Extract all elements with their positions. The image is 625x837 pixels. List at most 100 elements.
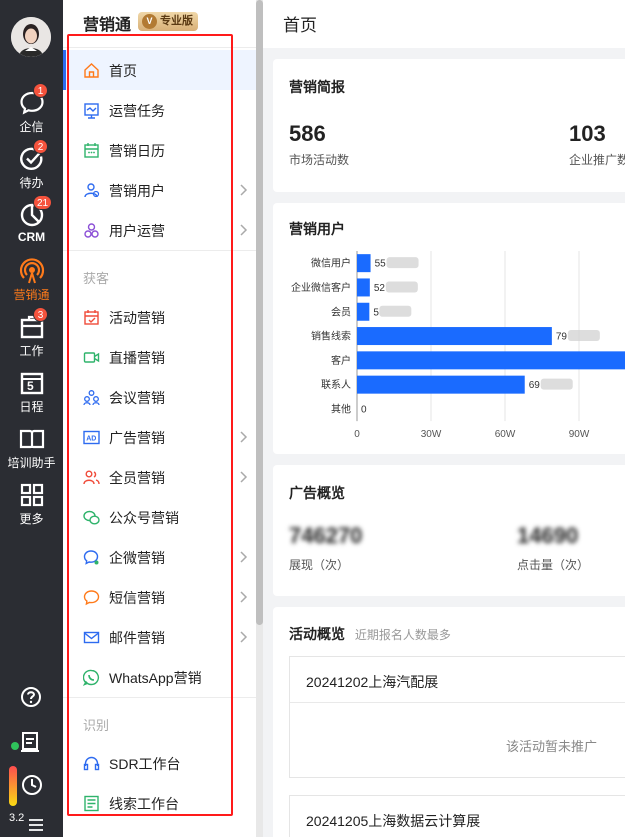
bar-value-label: 79 (556, 332, 568, 343)
activity-empty-text: 该活动暂未推广 (506, 739, 598, 754)
sidebar-item-wecom-marketing[interactable]: 企微营销 (63, 537, 256, 577)
rail-label: 日程 (19, 400, 44, 414)
online-status-icon[interactable] (10, 730, 44, 754)
ad-icon: AD (83, 430, 100, 445)
sidebar-item-label: SDR工作台 (109, 756, 181, 772)
activity-subtitle: 近期报名人数最多 (354, 628, 451, 642)
rail-label: 待办 (19, 176, 44, 190)
sidebar-item-live-marketing[interactable]: 直播营销 (63, 337, 256, 377)
wecom-icon (83, 550, 99, 565)
main-content: 首页 营销简报 586 市场活动数 103 企业推广数 营销用户 0 30W 60W… (263, 0, 625, 837)
sidebar-item-email-marketing[interactable]: 邮件营销 (63, 617, 256, 657)
bar[interactable] (357, 351, 625, 370)
rail-label: 工作 (19, 344, 44, 358)
chevron-right-icon (240, 471, 248, 483)
stat-value: 103 (569, 121, 606, 146)
brief-card: 营销简报 586 市场活动数 103 企业推广数 (273, 59, 625, 192)
category-label: 企业微信客户 (291, 281, 351, 294)
sidebar-item-label: 线索工作台 (109, 796, 179, 812)
x-tick-label: 60W (495, 429, 516, 440)
activity-name: 20241205上海数据云计算展 (306, 813, 481, 829)
work-badge: 3 (33, 307, 48, 322)
rail-item-more[interactable]: 更多 (0, 482, 63, 534)
section-title-identify: 识别 (83, 718, 110, 733)
category-label: 客户 (331, 354, 351, 367)
sidebar-item-event-marketing[interactable]: 活动营销 (63, 297, 256, 337)
rail-item-qixin[interactable]: 1 企信 (0, 83, 63, 142)
sidebar-item-whatsapp-marketing[interactable]: WhatsApp营销 (63, 657, 256, 697)
bar[interactable] (357, 254, 371, 273)
sidebar-item-ops-tasks[interactable]: 运营任务 (63, 90, 256, 130)
stat-label: 企业推广数 (569, 153, 625, 167)
rail-label: 营销通 (13, 288, 50, 302)
clock-icon[interactable] (21, 774, 43, 796)
rail-label: 更多 (19, 512, 44, 526)
chevron-right-icon (240, 631, 248, 643)
sidebar-item-marketing-calendar[interactable]: 营销日历 (63, 130, 256, 170)
sidebar-item-meeting-marketing[interactable]: 会议营销 (63, 377, 256, 417)
category-label: 会员 (331, 305, 351, 318)
rail-label: 企信 (19, 120, 44, 134)
x-tick-label: 30W (421, 429, 442, 440)
task-icon (84, 103, 99, 119)
bar-value-label: 5 (373, 307, 379, 318)
sidebar-item-label: 运营任务 (109, 103, 165, 119)
bar[interactable] (357, 327, 552, 346)
sidebar-item-home[interactable]: 首页 (63, 50, 256, 90)
book-icon (19, 429, 45, 449)
redacted-value (540, 378, 573, 390)
crm-badge: 21 (33, 195, 53, 210)
broadcast-icon (19, 258, 45, 284)
avatar[interactable] (11, 17, 51, 57)
sidebar-scrollbar-thumb[interactable] (256, 0, 263, 625)
sidebar-item-label: 直播营销 (109, 350, 165, 366)
rail-label: CRM (17, 230, 46, 244)
sidebar-item-ad-marketing[interactable]: AD 广告营销 (63, 417, 256, 457)
sidebar-item-sdr-workbench[interactable]: SDR工作台 (63, 743, 256, 783)
sidebar-item-label: 全员营销 (109, 470, 165, 486)
all-staff-icon (83, 470, 100, 485)
sidebar-item-user-operations[interactable]: 用户运营 (63, 210, 256, 250)
calendar-day: 5 (27, 379, 34, 393)
rail-item-work[interactable]: 3 工作 (0, 307, 63, 366)
sidebar-item-marketing-users[interactable]: 营销用户 (63, 170, 256, 210)
category-label: 微信用户 (311, 257, 351, 270)
sidebar-item-official-account-marketing[interactable]: 公众号营销 (63, 497, 256, 537)
activity-item[interactable]: 20241205上海数据云计算展 (289, 795, 625, 837)
redacted-value (567, 330, 600, 342)
sidebar-item-all-staff-marketing[interactable]: 全员营销 (63, 457, 256, 497)
lead-icon (84, 795, 99, 812)
stat-label: 展现（次） (289, 558, 350, 572)
ad-overview-card: 广告概览 746270 展现（次） 14690 点击量（次） (273, 465, 625, 596)
menu-icon[interactable] (28, 818, 44, 832)
rail-item-marketing[interactable]: 营销通 (0, 258, 63, 310)
rail-item-todo[interactable]: 2 待办 (0, 139, 63, 198)
category-label: 联系人 (321, 379, 351, 391)
sidebar-item-lead-workbench[interactable]: 线索工作台 (63, 783, 256, 823)
sidebar-item-sms-marketing[interactable]: 短信营销 (63, 577, 256, 617)
rail-item-training[interactable]: 培训助手 (0, 426, 63, 478)
sidebar: 营销通 V 专业版 首页 运营任务 营销日历 营销用户 用户运营 获客 活动营销… (63, 0, 256, 837)
chevron-right-icon (240, 551, 248, 563)
user-ops-icon (84, 223, 99, 238)
sidebar-item-label: 活动营销 (109, 310, 165, 326)
help-icon[interactable] (20, 686, 42, 708)
rail-item-schedule[interactable]: 5 日程 (0, 370, 63, 422)
bar[interactable] (357, 375, 525, 394)
sidebar-item-label: 企微营销 (109, 550, 165, 566)
sidebar-item-label: 营销日历 (109, 143, 165, 159)
rail-item-crm[interactable]: 21 CRM (0, 195, 63, 254)
page-header: 首页 (263, 0, 625, 48)
bar[interactable] (357, 278, 370, 297)
app-title: 营销通 (83, 17, 132, 34)
sidebar-item-label: 营销用户 (109, 183, 165, 199)
bar[interactable] (357, 302, 370, 321)
activity-overview-card: 活动概览 近期报名人数最多 20241202上海汽配展 该活动暂未推广 2024… (273, 607, 625, 837)
sidebar-item-label: 用户运营 (109, 223, 165, 239)
sms-icon (83, 590, 100, 606)
sidebar-item-label: WhatsApp营销 (109, 670, 202, 686)
activity-item[interactable]: 20241202上海汽配展 该活动暂未推广 (289, 656, 625, 778)
wechat-icon (83, 510, 100, 525)
card-title: 营销用户 (289, 221, 345, 237)
calendar-icon (84, 143, 99, 158)
